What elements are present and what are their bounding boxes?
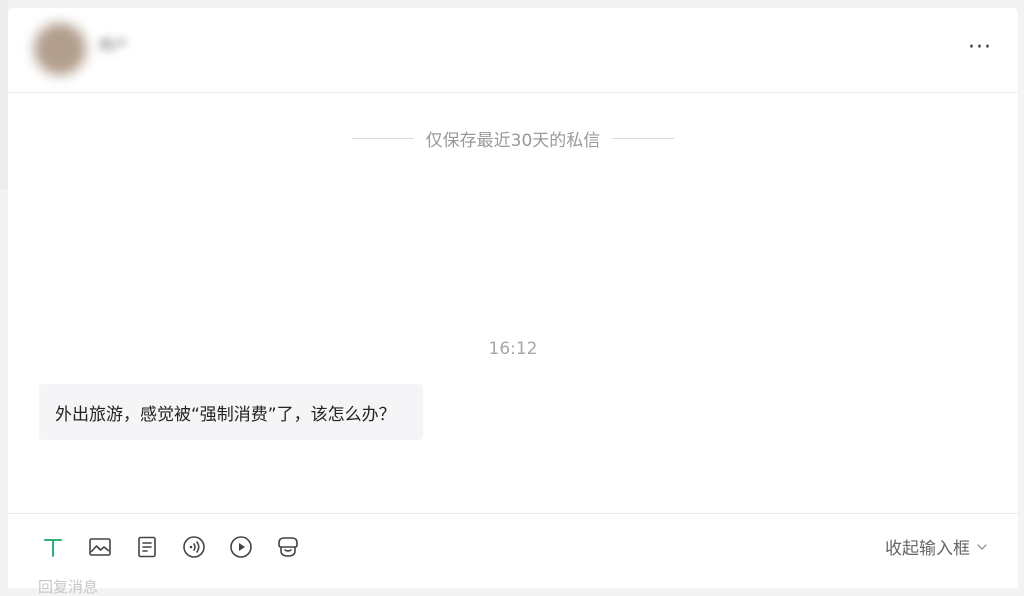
avatar[interactable] — [34, 23, 86, 75]
username[interactable]: 用户 — [98, 36, 152, 54]
document-tool-button[interactable] — [132, 532, 162, 562]
text-icon — [44, 539, 62, 557]
more-options-button[interactable]: ··· — [966, 37, 994, 59]
video-icon — [230, 536, 252, 558]
input-area: 收起输入框 回复消息 — [8, 513, 1018, 596]
image-icon — [89, 538, 111, 556]
image-tool-button[interactable] — [85, 532, 115, 562]
shop-icon — [278, 537, 298, 557]
input-toolbar — [38, 532, 303, 562]
background-strip — [0, 0, 8, 190]
message-input[interactable]: 回复消息 — [38, 578, 98, 596]
collapse-input-button[interactable]: 收起输入框 — [885, 534, 988, 559]
message-timestamp: 16:12 — [488, 339, 538, 359]
chevron-down-icon — [977, 543, 987, 550]
message-text: 外出旅游，感觉被“强制消费”了，该怎么办？ — [55, 404, 396, 425]
divider-line — [612, 138, 675, 139]
video-tool-button[interactable] — [226, 532, 256, 562]
divider-line — [351, 138, 414, 139]
voice-icon — [183, 536, 205, 558]
shop-tool-button[interactable] — [273, 532, 303, 562]
retention-notice-text: 仅保存最近30天的私信 — [425, 131, 601, 151]
text-tool-button[interactable] — [38, 532, 68, 562]
voice-tool-button[interactable] — [179, 532, 209, 562]
message-bubble[interactable]: 外出旅游，感觉被“强制消费”了，该怎么办？ — [39, 384, 423, 440]
chat-header: 用户 ··· — [8, 8, 1018, 93]
chat-panel: 用户 ··· 仅保存最近30天的私信 16:12 外出旅游，感觉被“强制消费”了… — [8, 8, 1018, 596]
collapse-input-label: 收起输入框 — [885, 539, 970, 559]
document-icon — [138, 536, 156, 558]
retention-notice: 仅保存最近30天的私信 — [8, 126, 1018, 151]
